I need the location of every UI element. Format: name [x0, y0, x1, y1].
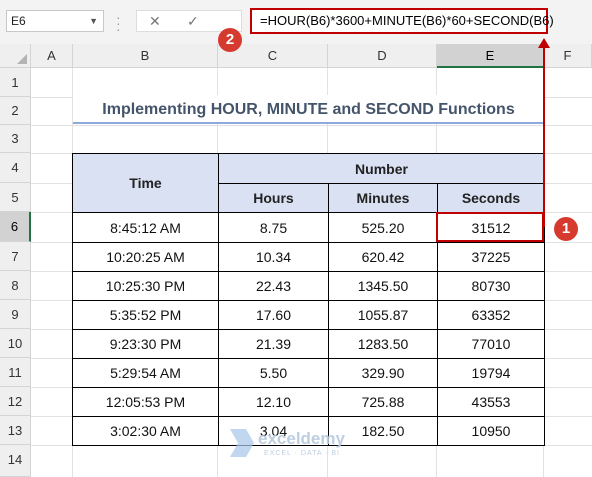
step-2-marker: 2 — [218, 28, 242, 52]
watermark-logo: exceldemy EXCEL · DATA · BI — [224, 425, 384, 459]
exceldemy-logo-icon: exceldemy EXCEL · DATA · BI — [230, 429, 345, 457]
annotation-arrow — [538, 38, 550, 227]
svg-text:exceldemy: exceldemy — [258, 429, 345, 448]
step-1-marker: 1 — [554, 217, 578, 241]
arrow-head-icon — [538, 38, 550, 48]
svg-text:EXCEL · DATA · BI: EXCEL · DATA · BI — [264, 450, 340, 457]
